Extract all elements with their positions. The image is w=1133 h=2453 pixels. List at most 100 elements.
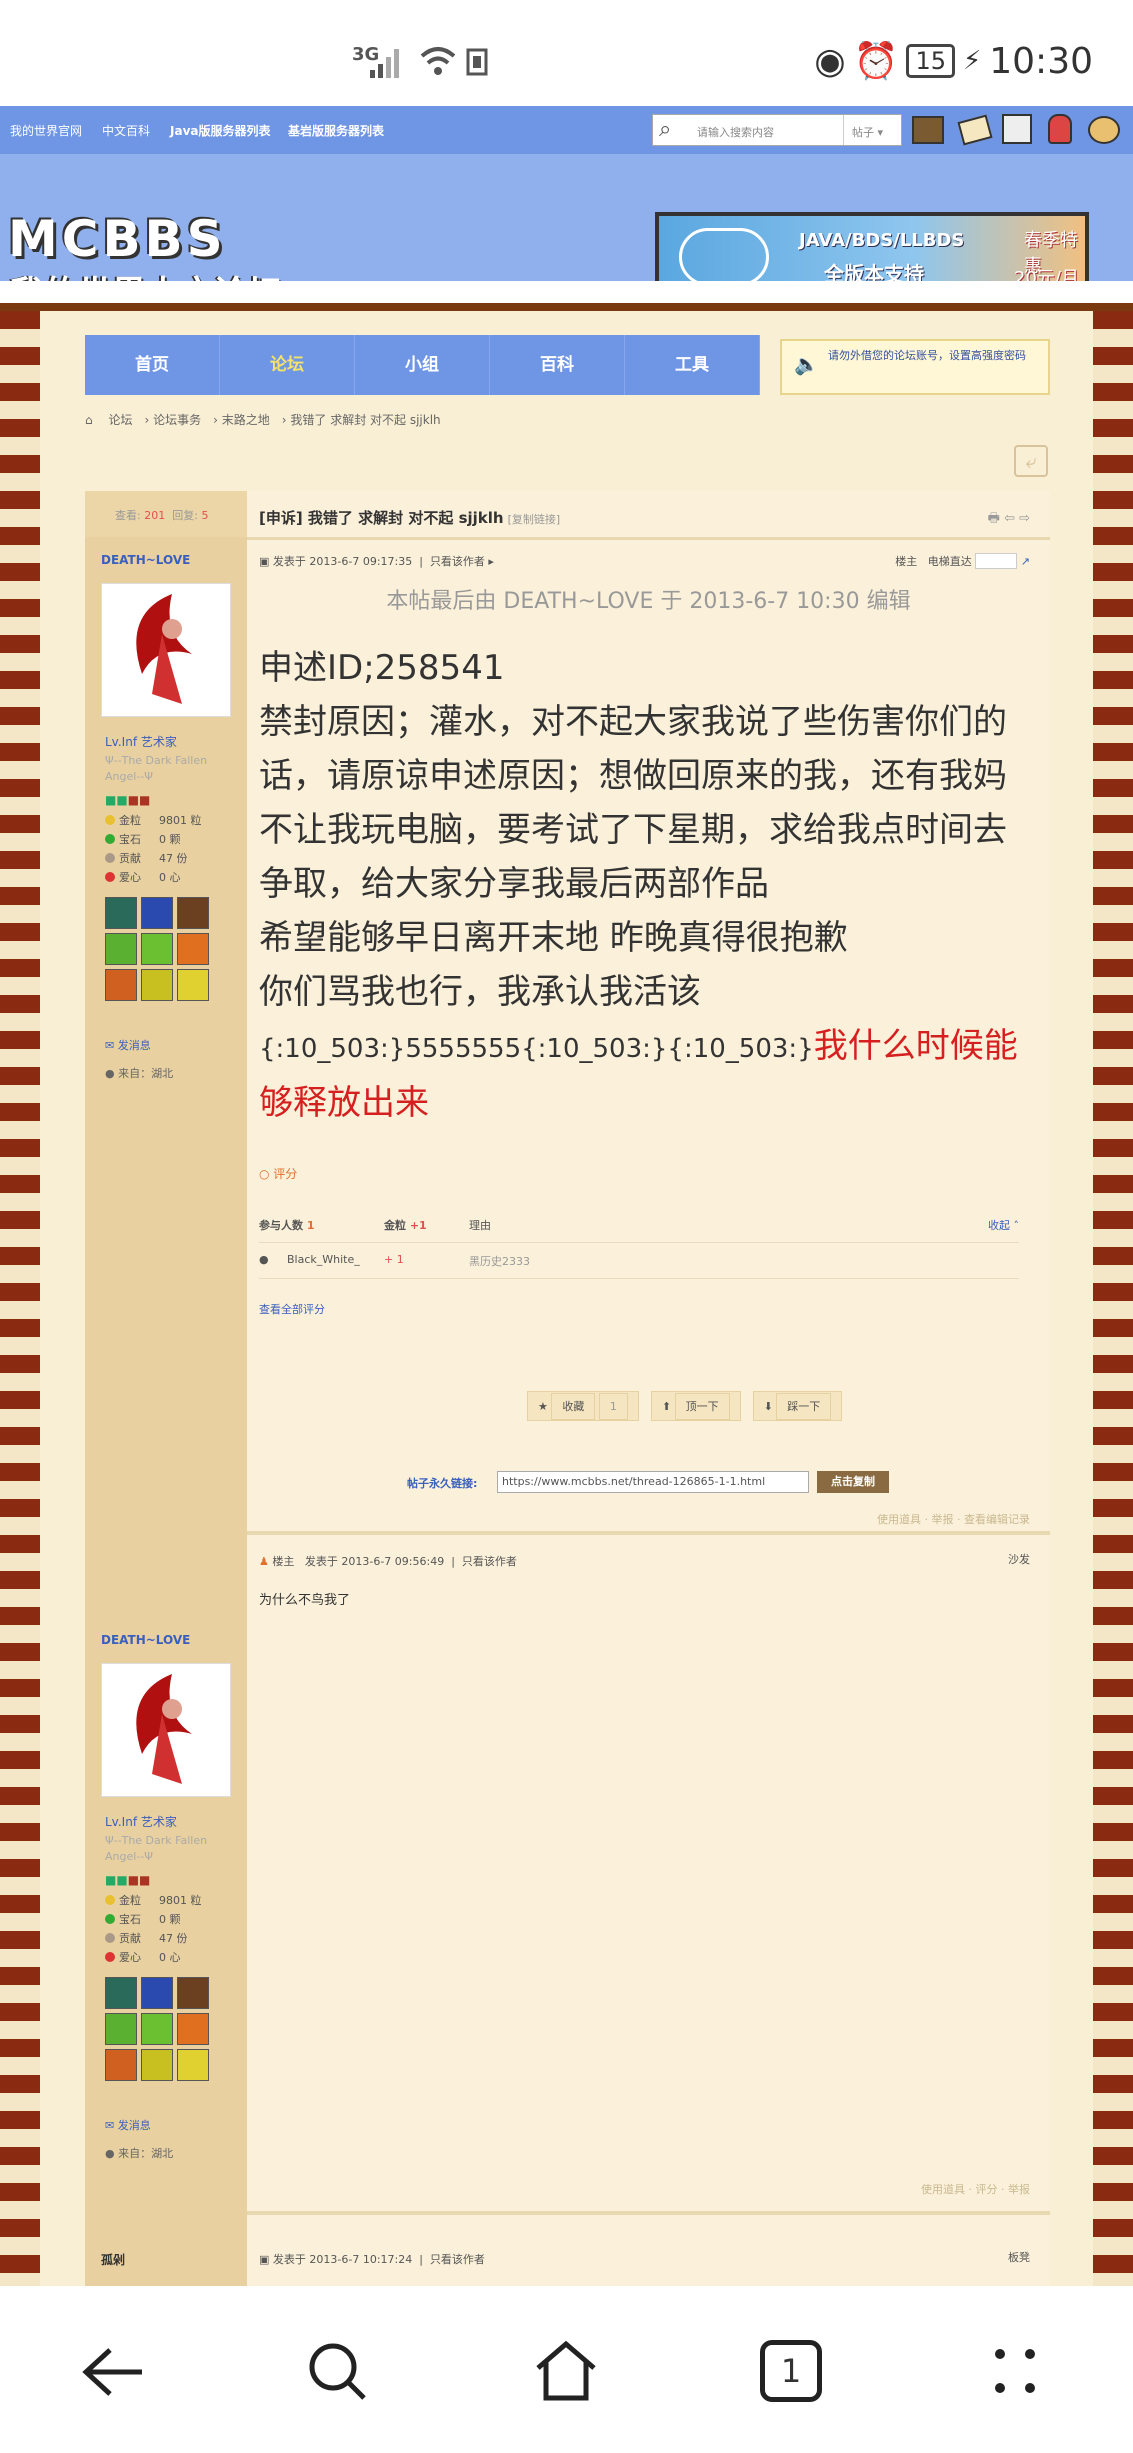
post2-author[interactable]: DEATH~LOVE [101, 1633, 190, 1647]
post-icon: ▣ [259, 2253, 270, 2266]
frame-left [0, 311, 40, 2286]
link-wiki[interactable]: 中文百科 [102, 122, 150, 139]
post-icon: ▣ [259, 555, 270, 568]
charging-icon: ⚡ [962, 46, 982, 76]
chest-icon[interactable] [912, 116, 944, 144]
rate-header-row: 参与人数 1 金粒 +1 理由 收起 ˄ [259, 1207, 1019, 1243]
user-tagline: Ψ--The Dark Fallen Angel--Ψ [105, 1834, 208, 1863]
favorite-button[interactable]: ★ 收藏 1 [527, 1391, 639, 1421]
rater-avatar[interactable]: ● [259, 1253, 269, 1266]
crumb-forum[interactable]: 论坛 [108, 413, 132, 427]
search-input[interactable]: 请输入搜索内容 [697, 124, 774, 140]
downvote-button[interactable]: ⬇ 踩一下 [752, 1391, 843, 1421]
back-icon[interactable] [80, 2344, 146, 2400]
card-icon[interactable] [957, 114, 993, 146]
wifi-icon [420, 47, 456, 75]
search-box[interactable]: ⌕ 请输入搜索内容 帖子 ▾ [652, 114, 902, 146]
home-icon[interactable]: ⌂ [85, 413, 93, 427]
sim-icon [466, 48, 488, 76]
send-message-link[interactable]: ✉ 发消息 [105, 1037, 151, 1053]
security-notice[interactable]: 🔈 请勿外借您的论坛账号，设置高强度密码 [780, 339, 1050, 395]
view-count: 201 [144, 509, 166, 522]
permalink-field[interactable]: https://www.mcbbs.net/thread-126865-1-1.… [497, 1471, 809, 1493]
user-medals [105, 897, 211, 1001]
speaker-icon: 🔈 [794, 352, 819, 376]
main-nav: 首页 论坛 小组 百科 工具 [85, 335, 760, 395]
avatar[interactable] [101, 583, 231, 717]
post1-footer-actions[interactable]: 使用道具 · 举报 · 查看编辑记录 [877, 1511, 1030, 1527]
user-stats: 金粒 9801 粒 宝石 0 颗 贡献 47 份 爱心 0 心 [105, 1891, 202, 1967]
post-main: [申诉] 我错了 求解封 对不起 sjjklh [复制链接] 🖶 ⇦ ⇨ ▣ 发表… [247, 491, 1050, 2286]
post3-meta: ▣ 发表于 2013-6-7 10:17:24 | 只看该作者 [259, 2253, 485, 2266]
post1-floor: 楼主 电梯直达 ↗ [895, 553, 1030, 569]
tabs-count-icon[interactable]: 1 [760, 2340, 822, 2402]
user-tagline: Ψ--The Dark Fallen Angel--Ψ [105, 754, 208, 783]
post-actions: ★ 收藏 1 ⬆ 顶一下 ⬇ 踩一下 [527, 1391, 843, 1421]
post2-floor: 沙发 [1008, 1553, 1030, 1566]
collapse-link[interactable]: 收起 ˄ [988, 1217, 1019, 1233]
owner-icon: ♟ [259, 1555, 269, 1568]
avatar-image [136, 594, 192, 704]
crumb-thread[interactable]: 我错了 求解封 对不起 sjjklh [290, 413, 440, 427]
link-java-servers[interactable]: Java版服务器列表 [170, 122, 270, 139]
crumb-board[interactable]: 末路之地 [222, 413, 270, 427]
user-level[interactable]: Lv.Inf 艺术家 [105, 733, 177, 750]
user-location: ● 来自：湖北 [105, 2147, 174, 2160]
upvote-button[interactable]: ⬆ 顶一下 [650, 1391, 741, 1421]
browser-nav-bar: 1 [0, 2286, 1133, 2453]
tab-wiki[interactable]: 百科 [490, 335, 625, 395]
search-scope-select[interactable]: 帖子 ▾ [843, 115, 903, 145]
site-logo[interactable]: MCBBS [8, 210, 227, 268]
potion-icon[interactable] [1048, 114, 1072, 144]
status-right: ◉ ⏰ 15 ⚡ 10:30 [814, 40, 1093, 83]
eye-icon: ◉ [814, 40, 846, 82]
menu-icon[interactable] [990, 2344, 1040, 2398]
palette-icon[interactable] [1088, 116, 1120, 144]
home-icon[interactable] [532, 2338, 600, 2404]
signal-icon [370, 49, 399, 78]
battery-icon: 15 [906, 44, 955, 78]
send-message-link[interactable]: ✉ 发消息 [105, 2117, 151, 2133]
print-prev-next-icons[interactable]: 🖶 ⇦ ⇨ [988, 509, 1030, 531]
post3-floor: 板凳 [1008, 2251, 1030, 2264]
link-official[interactable]: 我的世界官网 [10, 122, 82, 139]
user-badges: ■■■■ [105, 793, 151, 807]
search-icon[interactable]: ⌕ [659, 117, 671, 142]
post1-author[interactable]: DEATH~LOVE [101, 553, 190, 567]
copy-button[interactable]: 点击复制 [817, 1471, 889, 1493]
avatar[interactable] [101, 1663, 231, 1797]
avatar-image [136, 1674, 192, 1784]
view-all-ratings-link[interactable]: 查看全部评分 [259, 1301, 325, 1317]
reply-count: 5 [201, 509, 209, 522]
tab-groups[interactable]: 小组 [355, 335, 490, 395]
rater-name[interactable]: Black_White_ [287, 1253, 360, 1266]
only-author-link[interactable]: 只看该作者 [462, 1555, 517, 1568]
jump-go-icon[interactable]: ↗ [1021, 555, 1030, 568]
web-page: 我的世界官网 中文百科 Java版服务器列表 基岩版服务器列表 ⌕ 请输入搜索内… [0, 106, 1133, 2286]
post3-author[interactable]: 孤剁 [101, 2251, 125, 2268]
crumb-affairs[interactable]: 论坛事务 [153, 413, 201, 427]
return-list-icon[interactable]: ⤶ [1014, 445, 1048, 477]
search-icon[interactable] [306, 2340, 370, 2404]
jump-input[interactable] [975, 553, 1018, 569]
tab-home[interactable]: 首页 [85, 335, 220, 395]
dice-icon[interactable] [1002, 114, 1032, 144]
post1-body: 申述ID;258541 禁封原因；灌水，对不起大家我说了些伤害你们的话，请原谅申… [259, 648, 1018, 1123]
snow-border [0, 281, 1133, 311]
alarm-icon: ⏰ [853, 41, 899, 82]
only-author-link[interactable]: 只看该作者 [430, 555, 485, 568]
rate-row: ● Black_White_ + 1 黑历史2333 [259, 1243, 1019, 1279]
tab-forum[interactable]: 论坛 [220, 335, 355, 395]
copy-link[interactable]: [复制链接] [508, 513, 561, 526]
link-bedrock-servers[interactable]: 基岩版服务器列表 [288, 122, 384, 139]
clock: 10:30 [989, 40, 1093, 82]
user-medals [105, 1977, 211, 2081]
content-area: 首页 论坛 小组 百科 工具 🔈 请勿外借您的论坛账号，设置高强度密码 ⌂ 论坛… [40, 311, 1093, 2286]
only-author-link[interactable]: 只看该作者 [430, 2253, 485, 2266]
breadcrumb: ⌂ 论坛 › 论坛事务 › 末路之地 › 我错了 求解封 对不起 sjjklh [85, 413, 441, 427]
post2-body: 为什么不鸟我了 [259, 1593, 351, 1608]
divider [247, 2211, 1050, 2215]
post2-footer-actions[interactable]: 使用道具 · 评分 · 举报 [921, 2181, 1030, 2197]
user-level[interactable]: Lv.Inf 艺术家 [105, 1813, 177, 1830]
tab-tools[interactable]: 工具 [625, 335, 760, 395]
